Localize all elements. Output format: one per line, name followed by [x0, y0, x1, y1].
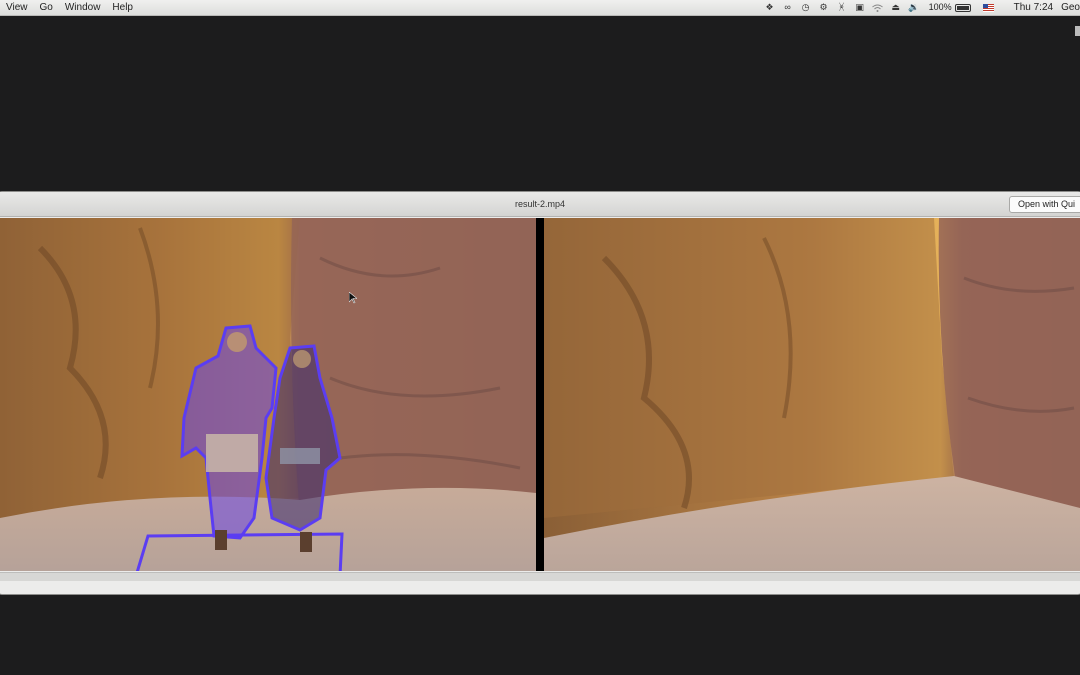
menu-bar-status: ❖ ∞ ◷ ⚙ ᚸ ▣ ⏏ 🔉 100% Thu 7:24 Geo — [761, 0, 1080, 15]
volume-icon[interactable]: 🔉 — [905, 0, 923, 15]
desktop-edge-item — [1075, 26, 1080, 36]
display-icon[interactable]: ▣ — [851, 0, 869, 15]
battery-icon[interactable] — [954, 3, 971, 12]
menu-bar: View Go Window Help ❖ ∞ ◷ ⚙ ᚸ ▣ ⏏ 🔉 100%… — [0, 0, 1080, 16]
battery-fill — [956, 5, 969, 10]
quick-look-window: result-2.mp4 Open with Qui — [0, 192, 1080, 594]
menu-help[interactable]: Help — [106, 0, 139, 15]
canyon-scene-right — [544, 218, 1080, 571]
menu-window[interactable]: Window — [59, 0, 107, 15]
dropbox-icon[interactable]: ❖ — [761, 0, 779, 15]
video-player[interactable] — [0, 218, 1080, 571]
us-flag-icon[interactable] — [982, 3, 994, 12]
window-titlebar[interactable]: result-2.mp4 Open with Qui — [0, 192, 1080, 217]
creative-cloud-icon[interactable]: ∞ — [779, 0, 797, 15]
canyon-scene-left — [0, 218, 536, 571]
ink-icon[interactable]: ⚙ — [815, 0, 833, 15]
menu-go[interactable]: Go — [34, 0, 59, 15]
window-title: result-2.mp4 — [514, 199, 566, 209]
menu-view[interactable]: View — [0, 0, 34, 15]
user-name[interactable]: Geo — [1061, 0, 1080, 15]
wifi-icon[interactable] — [869, 0, 887, 15]
open-with-quicktime-button[interactable]: Open with Qui — [1008, 196, 1080, 213]
video-frame-inpainted — [544, 218, 1080, 571]
video-frame-segmented — [0, 218, 536, 571]
time-machine-icon[interactable]: ◷ — [797, 0, 815, 15]
bluetooth-icon[interactable]: ᚸ — [833, 0, 851, 15]
menu-clock[interactable]: Thu 7:24 — [1014, 0, 1053, 15]
eject-icon[interactable]: ⏏ — [887, 0, 905, 15]
battery-percent: 100% — [928, 2, 952, 12]
video-scrubber[interactable] — [0, 572, 1080, 581]
menu-bar-menus: View Go Window Help — [0, 0, 139, 15]
mouse-cursor-icon — [349, 292, 357, 304]
